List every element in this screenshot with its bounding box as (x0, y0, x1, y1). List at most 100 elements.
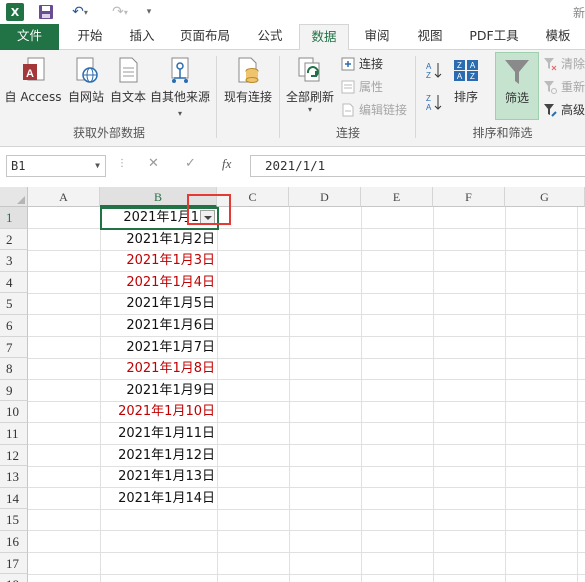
cell-b14[interactable]: 2021年1月14日 (101, 488, 217, 509)
cell-b10[interactable]: 2021年1月10日 (101, 401, 217, 422)
row-header[interactable]: 18 (0, 574, 28, 582)
svg-text:A: A (426, 62, 432, 71)
cell-b11[interactable]: 2021年1月11日 (101, 423, 217, 444)
tab-data[interactable]: 数据 (299, 24, 349, 51)
cell-b5[interactable]: 2021年1月5日 (101, 293, 217, 314)
row-header[interactable]: 12 (0, 444, 28, 467)
cell-b12[interactable]: 2021年1月12日 (101, 445, 217, 466)
row-header[interactable]: 14 (0, 487, 28, 510)
cell-b2[interactable]: 2021年1月2日 (101, 229, 217, 250)
tab-file[interactable]: 文件 (0, 24, 59, 50)
row-header[interactable]: 5 (0, 293, 28, 315)
save-icon[interactable] (38, 3, 54, 21)
existing-connections-button[interactable]: 现有连接 (220, 56, 276, 105)
refresh-all-button[interactable]: 全部刷新 ▾ (283, 56, 337, 114)
sort-button[interactable]: ZAAZ 排序 (448, 56, 484, 105)
reapply-button[interactable]: 重新 (541, 77, 585, 97)
ribbon-data: A 自 Access 自网站 自文本 自其他来源 ▾ 获取外部数据 现有连接 全… (0, 50, 585, 147)
tab-insert[interactable]: 插入 (120, 24, 164, 50)
formula-bar-grip-icon[interactable]: ⋮ (117, 158, 127, 169)
column-header[interactable]: F (433, 187, 505, 207)
advanced-filter-button[interactable]: 高级 (541, 100, 585, 120)
sort-ascending-button[interactable]: AZ (424, 60, 444, 83)
row-header[interactable]: 10 (0, 401, 28, 423)
existing-connections-icon (234, 56, 262, 86)
tab-pdf-tools[interactable]: PDF工具 (462, 24, 526, 50)
cancel-icon[interactable]: ✕ (148, 156, 159, 171)
from-web-button[interactable]: 自网站 (64, 56, 108, 105)
connections-icon (341, 57, 355, 71)
redo-icon[interactable]: ↷ ▾ (106, 3, 134, 21)
chevron-down-icon: ▾ (177, 109, 182, 118)
row-header[interactable]: 3 (0, 250, 28, 272)
insert-function-icon[interactable]: fx (222, 156, 231, 172)
connections-button[interactable]: 连接 (339, 54, 383, 74)
row-header[interactable]: 16 (0, 531, 28, 553)
ribbon-separator (415, 56, 416, 138)
enter-icon[interactable]: ✓ (185, 156, 196, 171)
clear-filter-icon (543, 57, 557, 71)
svg-text:Z: Z (426, 94, 431, 103)
gridline (577, 207, 578, 582)
column-header[interactable]: D (289, 187, 361, 207)
clear-filter-button[interactable]: 清除 (541, 54, 585, 74)
ribbon-separator (216, 56, 217, 138)
row-header[interactable]: 17 (0, 552, 28, 575)
svg-text:A: A (426, 103, 432, 112)
from-access-button[interactable]: A 自 Access (4, 56, 62, 105)
tab-templates[interactable]: 模板 (534, 24, 582, 50)
sort-icon: ZAAZ (452, 56, 480, 86)
row-header[interactable]: 2 (0, 228, 28, 251)
cell-b9[interactable]: 2021年1月9日 (101, 380, 217, 401)
row-header[interactable]: 6 (0, 315, 28, 337)
tab-home[interactable]: 开始 (68, 24, 112, 50)
tab-formulas[interactable]: 公式 (248, 24, 292, 50)
row-header[interactable]: 9 (0, 379, 28, 402)
cell-b3[interactable]: 2021年1月3日 (101, 250, 217, 271)
select-all-corner[interactable] (0, 187, 28, 207)
svg-text:Z: Z (457, 61, 462, 70)
svg-text:A: A (26, 68, 34, 80)
cell-b4[interactable]: 2021年1月4日 (101, 272, 217, 293)
quick-access-toolbar: X ↶ ▾ ↷ ▾ ▾ 新 (0, 0, 585, 24)
properties-button[interactable]: 属性 (339, 77, 383, 97)
cell-b6[interactable]: 2021年1月6日 (101, 315, 217, 336)
text-file-icon (114, 56, 142, 86)
advanced-filter-icon (543, 103, 557, 117)
undo-icon[interactable]: ↶ ▾ (66, 3, 94, 21)
row-header[interactable]: 7 (0, 336, 28, 359)
gridline (433, 207, 434, 582)
formula-input[interactable]: 2021/1/1 (250, 155, 585, 177)
column-header[interactable]: E (361, 187, 433, 207)
gridline (28, 573, 585, 575)
row-header[interactable]: 4 (0, 271, 28, 294)
cell-b8[interactable]: 2021年1月8日 (101, 358, 217, 379)
row-header[interactable]: 11 (0, 423, 28, 445)
group-label-get-external: 获取外部数据 (72, 126, 145, 140)
filter-button[interactable]: 筛选 (495, 52, 539, 120)
cell-b7[interactable]: 2021年1月7日 (101, 337, 217, 358)
column-header[interactable]: G (505, 187, 585, 207)
from-other-sources-button[interactable]: 自其他来源 ▾ (148, 56, 212, 119)
excel-logo-icon[interactable]: X (6, 3, 24, 21)
cell-b13[interactable]: 2021年1月13日 (101, 466, 217, 487)
tab-review[interactable]: 审阅 (355, 24, 399, 50)
chevron-down-icon[interactable]: ▼ (95, 156, 100, 176)
row-header[interactable]: 1 (0, 207, 28, 229)
web-icon (72, 56, 100, 86)
row-header[interactable]: 8 (0, 358, 28, 380)
sort-descending-button[interactable]: ZA (424, 92, 444, 115)
from-text-button[interactable]: 自文本 (108, 56, 148, 105)
tab-view[interactable]: 视图 (408, 24, 452, 50)
row-header[interactable]: 15 (0, 509, 28, 531)
gridline (361, 207, 362, 582)
column-header[interactable]: A (28, 187, 100, 207)
row-header[interactable]: 13 (0, 466, 28, 488)
edit-links-button[interactable]: 编辑链接 (339, 100, 407, 120)
customize-qat-icon[interactable]: ▾ (143, 3, 155, 21)
name-box[interactable]: B1 ▼ (6, 155, 106, 177)
highlight-annotation-box (187, 194, 231, 225)
tab-page-layout[interactable]: 页面布局 (172, 24, 238, 50)
refresh-all-icon (296, 56, 324, 86)
other-sources-icon (166, 56, 194, 86)
